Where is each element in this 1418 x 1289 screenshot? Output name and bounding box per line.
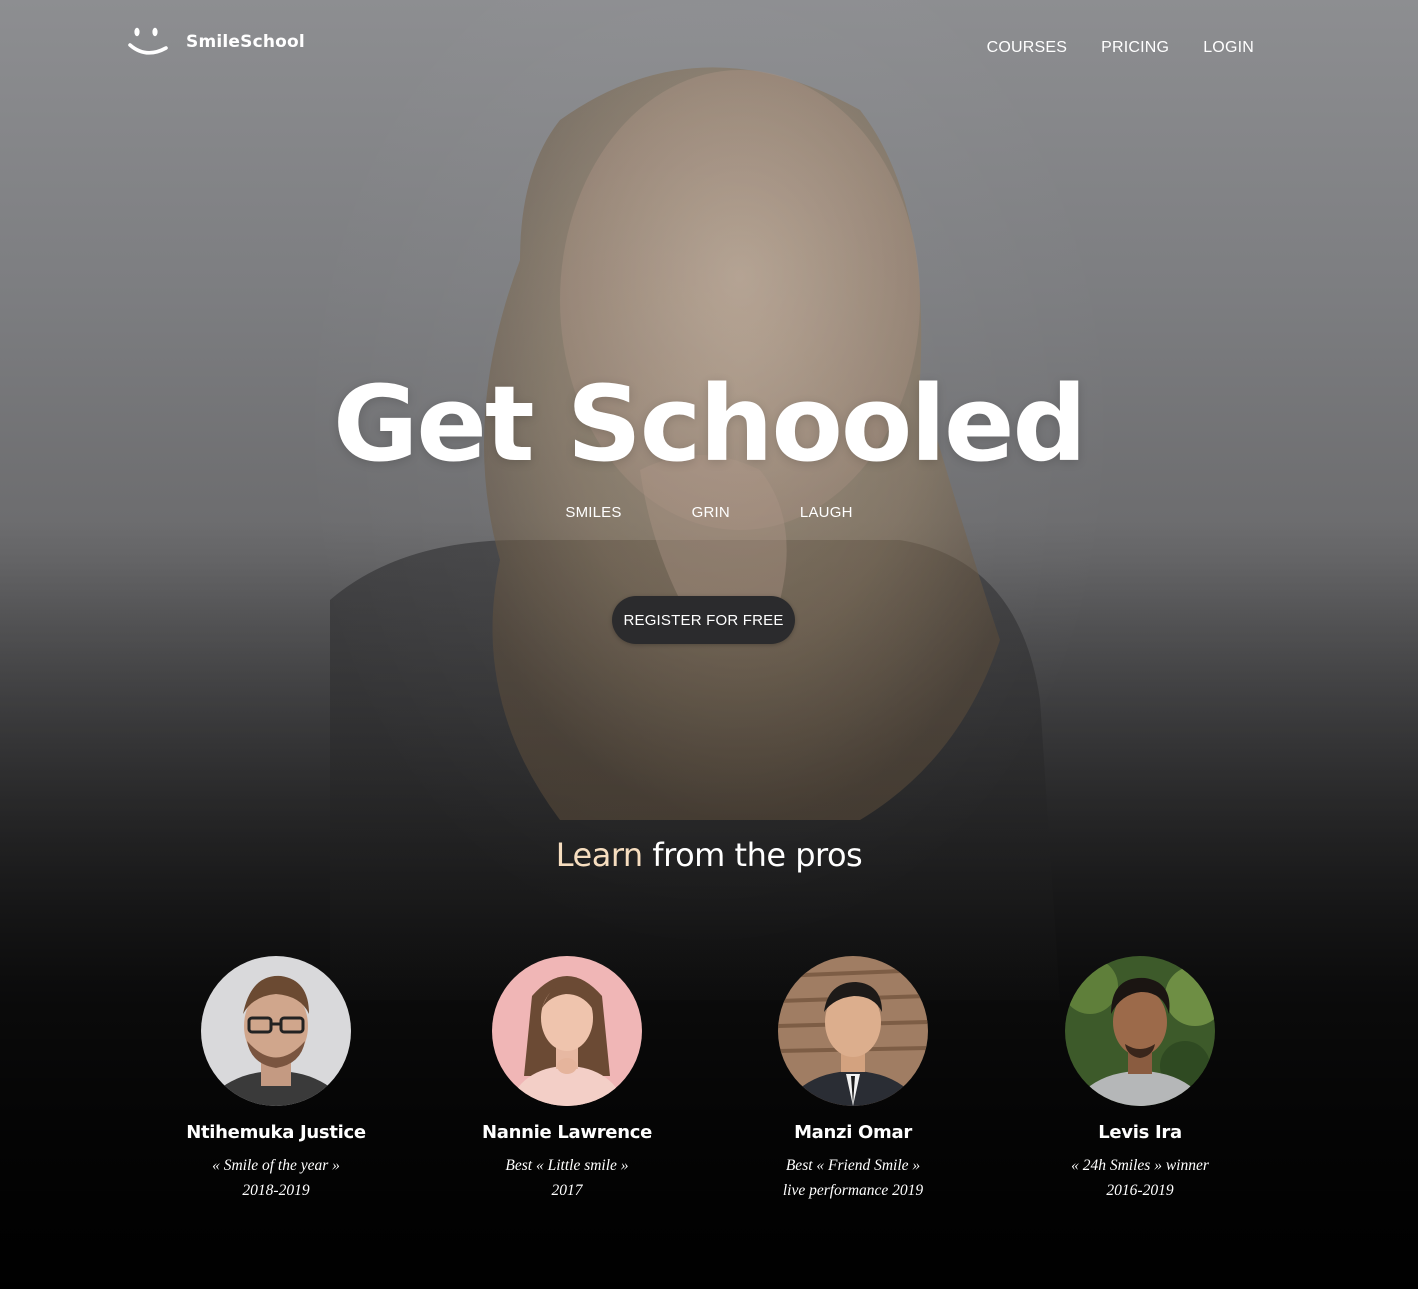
hero-tag-grin: GRIN (691, 504, 730, 521)
pro-award: Best « Little smile » 2017 (447, 1153, 687, 1203)
nav-courses[interactable]: COURSES (987, 39, 1068, 57)
pro-name: Levis Ira (1098, 1122, 1182, 1143)
learn-title-rest: from the pros (652, 836, 863, 874)
pro-award-line: « Smile of the year » (212, 1157, 340, 1174)
pros-list: Ntihemuka Justice « Smile of the year » … (0, 956, 1418, 1216)
hero-title: Get Schooled (333, 363, 1087, 485)
learn-section-title: Learn from the pros (0, 836, 1418, 874)
avatar (778, 956, 928, 1106)
avatar (492, 956, 642, 1106)
pro-name: Ntihemuka Justice (186, 1122, 366, 1143)
pro-award-year: 2016-2019 (1106, 1182, 1174, 1199)
learn-title-accent: Learn (555, 836, 643, 874)
pro-award: Best « Friend Smile » live performance 2… (733, 1153, 973, 1203)
nav-pricing[interactable]: PRICING (1101, 39, 1169, 57)
pro-award-line: « 24h Smiles » winner (1071, 1157, 1209, 1174)
pro-award-year: live performance 2019 (782, 1182, 924, 1199)
nav-login[interactable]: LOGIN (1203, 39, 1254, 57)
landing-page: SmileSchool COURSES PRICING LOGIN Get Sc… (0, 0, 1418, 1289)
pro-name: Nannie Lawrence (481, 1122, 652, 1143)
pro-card[interactable]: Levis Ira « 24h Smiles » winner 2016-201… (1020, 956, 1260, 1203)
hero-tags: SMILES GRIN LAUGH (0, 504, 1418, 521)
avatar (201, 956, 351, 1106)
site-header: SmileSchool COURSES PRICING LOGIN (0, 0, 1418, 90)
pro-award-year: 2017 (551, 1182, 583, 1199)
main-nav: COURSES PRICING LOGIN (987, 39, 1254, 57)
hero-tag-smiles: SMILES (565, 504, 622, 521)
pro-card[interactable]: Nannie Lawrence Best « Little smile » 20… (447, 956, 687, 1203)
pro-award-line: Best « Little smile » (505, 1157, 629, 1174)
pro-card[interactable]: Ntihemuka Justice « Smile of the year » … (156, 956, 396, 1203)
pro-award-line: Best « Friend Smile » (785, 1157, 921, 1174)
pro-award: « Smile of the year » 2018-2019 (156, 1153, 396, 1203)
brand-name: SmileSchool (186, 32, 305, 52)
pro-award: « 24h Smiles » winner 2016-2019 (1020, 1153, 1260, 1203)
logo[interactable]: SmileSchool (128, 26, 305, 58)
register-button[interactable]: REGISTER FOR FREE (612, 596, 795, 644)
pro-name: Manzi Omar (794, 1122, 912, 1143)
avatar (1065, 956, 1215, 1106)
smile-logo-icon (128, 27, 168, 55)
pro-award-year: 2018-2019 (242, 1182, 310, 1199)
hero-tag-laugh: LAUGH (799, 504, 853, 521)
pro-card[interactable]: Manzi Omar Best « Friend Smile » live pe… (733, 956, 973, 1203)
